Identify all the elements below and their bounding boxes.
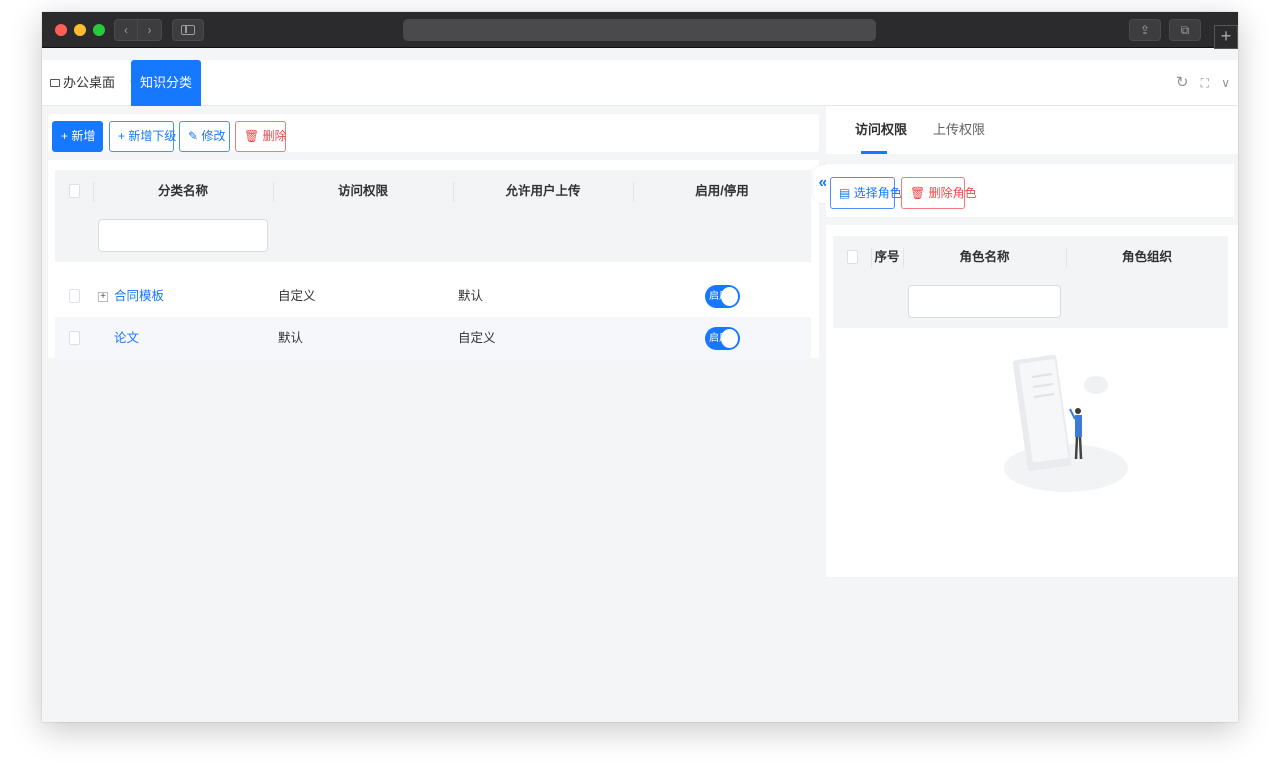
- forward-button[interactable]: ›: [138, 19, 162, 41]
- sidebar-icon: [181, 25, 195, 35]
- column-header-access[interactable]: 访问权限: [273, 170, 453, 212]
- list-icon: ▤: [839, 186, 851, 200]
- active-tab-indicator: [861, 151, 887, 154]
- select-all-roles-checkbox[interactable]: [847, 250, 858, 264]
- category-toolbar: + 新增 + 新增下级 ✎ 修改 🗑 删除: [48, 114, 819, 152]
- address-bar[interactable]: [403, 19, 876, 41]
- permission-tabs: 访问权限 上传权限: [826, 106, 1238, 154]
- table-row[interactable]: 论文 默认 自定义 启用: [55, 317, 811, 359]
- switch-knob: [721, 329, 738, 348]
- tab-label: 知识分类: [140, 75, 193, 90]
- column-header-status[interactable]: 启用/停用: [633, 170, 811, 212]
- category-name-filter-input[interactable]: [98, 219, 268, 252]
- zoom-window-button[interactable]: [93, 24, 105, 36]
- fullscreen-icon[interactable]: ⛶: [1201, 60, 1209, 106]
- empty-data-illustration: [1004, 354, 1128, 492]
- share-button[interactable]: ⇪: [1129, 19, 1161, 41]
- delete-role-button[interactable]: 🗑 删除角色: [901, 177, 977, 209]
- category-name-cell[interactable]: 论文: [114, 317, 139, 359]
- select-all-checkbox[interactable]: [69, 184, 80, 198]
- browser-window: ‹ › ⇪ ⧉ + 办公桌面∨ 知识分类x ↻ ⛶ ∨ + 新增 + 新增下级 …: [42, 12, 1238, 722]
- minimize-window-button[interactable]: [74, 24, 86, 36]
- access-cell: 默认: [278, 331, 304, 345]
- delete-button-label: 删除: [262, 129, 287, 143]
- role-name-filter-input[interactable]: [908, 285, 1061, 318]
- delete-role-label: 删除角色: [928, 186, 977, 200]
- column-header-upload[interactable]: 允许用户上传: [453, 170, 633, 212]
- select-role-label: 选择角色: [853, 186, 902, 200]
- trash-icon: 🗑: [910, 186, 926, 200]
- edit-button[interactable]: ✎ 修改: [179, 121, 230, 152]
- upload-cell: 自定义: [458, 331, 496, 345]
- back-button[interactable]: ‹: [114, 19, 138, 41]
- column-header-index[interactable]: 序号: [871, 236, 903, 278]
- select-role-button[interactable]: ▤ 选择角色: [830, 177, 902, 209]
- role-table: 序号 角色名称 角色组织: [826, 225, 1238, 577]
- add-button[interactable]: + 新增: [52, 121, 103, 152]
- refresh-icon[interactable]: ↻: [1176, 60, 1189, 106]
- row-checkbox[interactable]: [69, 289, 80, 303]
- expand-icon[interactable]: +: [98, 292, 108, 302]
- upload-cell: 默认: [458, 289, 484, 303]
- table-header: 分类名称 访问权限 允许用户上传 启用/停用: [55, 170, 811, 212]
- switch-knob: [721, 287, 738, 306]
- sidebar-toggle-button[interactable]: [172, 19, 204, 41]
- tab-label: 办公桌面: [63, 75, 116, 90]
- app-tab-bar: 办公桌面∨ 知识分类x ↻ ⛶ ∨: [42, 60, 1238, 136]
- browser-titlebar: ‹ › ⇪ ⧉ +: [42, 12, 1238, 49]
- tab-knowledge-category[interactable]: 知识分类x: [131, 60, 201, 136]
- tab-overview-button[interactable]: ⧉: [1169, 19, 1201, 41]
- row-checkbox[interactable]: [69, 331, 80, 345]
- status-switch[interactable]: 启用: [705, 285, 740, 308]
- tab-access-permission[interactable]: 访问权限: [855, 106, 907, 154]
- role-filter-row: [833, 278, 1228, 328]
- trash-icon: 🗑: [244, 129, 260, 143]
- tab-upload-permission[interactable]: 上传权限: [933, 106, 985, 154]
- delete-button[interactable]: 🗑 删除: [235, 121, 287, 152]
- new-tab-button[interactable]: +: [1214, 25, 1238, 49]
- column-header-role-org[interactable]: 角色组织: [1066, 236, 1228, 278]
- tab-office-desktop[interactable]: 办公桌面∨: [50, 60, 137, 106]
- role-table-header: 序号 角色名称 角色组织: [833, 236, 1228, 278]
- category-name-cell[interactable]: + 合同模板: [98, 275, 164, 317]
- role-toolbar: ▤ 选择角色 🗑 删除角色: [826, 164, 1234, 217]
- pencil-icon: ✎: [188, 129, 199, 143]
- access-cell: 自定义: [278, 289, 316, 303]
- chevron-down-icon[interactable]: ∨: [1221, 60, 1230, 106]
- category-table: 分类名称 访问权限 允许用户上传 启用/停用 + 合同模板 自定义 默认 启用: [48, 160, 819, 359]
- edit-button-label: 修改: [201, 129, 226, 143]
- status-switch[interactable]: 启用: [705, 327, 740, 350]
- column-header-name[interactable]: 分类名称: [93, 170, 273, 212]
- column-header-role-name[interactable]: 角色名称: [903, 236, 1066, 278]
- table-row[interactable]: + 合同模板 自定义 默认 启用: [55, 275, 811, 317]
- category-name: 合同模板: [114, 289, 165, 303]
- add-child-button[interactable]: + 新增下级: [109, 121, 176, 152]
- monitor-icon: [50, 79, 60, 87]
- tab-tools: ↻ ⛶ ∨: [1176, 60, 1238, 106]
- filter-row: [55, 212, 811, 262]
- close-window-button[interactable]: [55, 24, 67, 36]
